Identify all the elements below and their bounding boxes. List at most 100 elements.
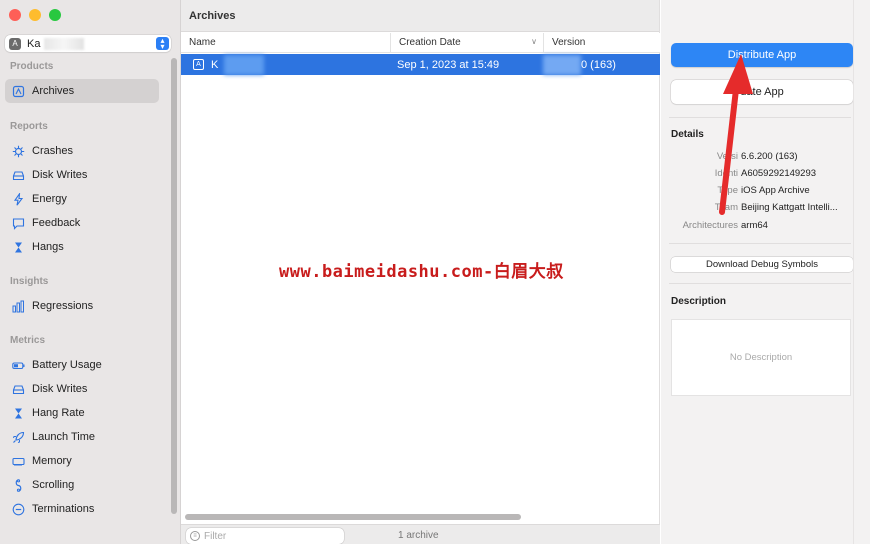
archive-icon: A <box>193 59 204 70</box>
inspector-scroll-edge <box>853 0 854 544</box>
sidebar-scrollbar[interactable] <box>171 58 177 514</box>
column-header-creation-date[interactable]: Creation Date ∨ <box>391 33 544 52</box>
detail-value: iOS App Archive <box>741 185 810 196</box>
sidebar: A Ka ▴ ▾ Products Archives Reports Crashe… <box>0 0 181 544</box>
download-debug-symbols-button[interactable]: Download Debug Symbols <box>671 257 853 272</box>
hourglass-icon <box>12 407 25 420</box>
sidebar-item-label: Crashes <box>32 145 73 157</box>
archive-box-icon <box>12 85 25 98</box>
sidebar-item-disk-writes[interactable]: Disk Writes <box>5 163 159 187</box>
detail-key: Type <box>717 185 738 196</box>
detail-value: arm64 <box>741 220 768 231</box>
sidebar-item-memory[interactable]: Memory <box>5 449 159 473</box>
redacted-text <box>44 37 85 50</box>
divider <box>669 243 851 244</box>
gear-icon <box>12 145 25 158</box>
section-title-reports: Reports <box>10 121 48 132</box>
divider <box>669 117 851 118</box>
sidebar-item-label: Disk Writes <box>32 169 88 181</box>
bar-chart-icon <box>12 300 25 313</box>
chevron-updown-icon[interactable]: ▴ ▾ <box>156 36 169 50</box>
rocket-icon <box>12 431 25 444</box>
inspector-panel: Distribute App date App Details Versi 6.… <box>661 0 870 544</box>
detail-value: 6.6.200 (163) <box>741 151 798 162</box>
disk-icon <box>12 383 25 396</box>
minus-circle-icon <box>12 503 25 516</box>
sidebar-item-label: Feedback <box>32 217 81 229</box>
sidebar-item-hang-rate[interactable]: Hang Rate <box>5 401 159 425</box>
column-header-name[interactable]: Name <box>181 33 391 52</box>
column-header-version[interactable]: Version <box>544 33 660 52</box>
section-title-metrics: Metrics <box>10 335 46 346</box>
sidebar-item-label: Launch Time <box>32 431 95 443</box>
sidebar-item-label: Hang Rate <box>32 407 85 419</box>
table-header: Name Creation Date ∨ Version <box>181 33 660 53</box>
bolt-icon <box>12 192 25 206</box>
redacted-text <box>543 54 581 75</box>
detail-key: Architectures <box>682 220 738 231</box>
archive-version: 0 (163) <box>581 58 616 71</box>
hourglass-icon <box>12 241 25 254</box>
description-field[interactable]: No Description <box>671 319 851 396</box>
chevron-down-icon: ∨ <box>531 37 537 46</box>
detail-key: Versi <box>716 151 738 162</box>
page-title: Archives <box>181 0 659 32</box>
sidebar-item-energy[interactable]: Energy <box>5 187 159 211</box>
sidebar-item-hangs[interactable]: Hangs <box>5 235 159 259</box>
sidebar-item-archives[interactable]: Archives <box>5 79 159 103</box>
sidebar-item-label: Memory <box>32 455 72 467</box>
sidebar-item-label: Archives <box>32 85 75 97</box>
scroll-icon <box>12 478 25 492</box>
zoom-window-button[interactable] <box>49 9 61 21</box>
section-title-products: Products <box>10 61 54 72</box>
redacted-text <box>224 54 265 75</box>
sidebar-item-label: Terminations <box>32 503 95 515</box>
section-title-insights: Insights <box>10 276 49 287</box>
table-row[interactable]: A K Sep 1, 2023 at 15:49 0 (163) <box>181 54 660 75</box>
sidebar-item-regressions[interactable]: Regressions <box>5 294 159 318</box>
list-footer: ≡ Filter 1 archive <box>181 524 660 544</box>
scheme-label: Ka <box>27 37 41 50</box>
detail-value: Beijing Kattgatt Intelli... <box>741 202 838 213</box>
detail-key: Identi <box>714 168 738 179</box>
detail-key: Team <box>714 202 738 213</box>
scheme-selector[interactable]: A Ka ▴ ▾ <box>5 35 171 52</box>
filter-input[interactable]: ≡ Filter <box>186 528 344 544</box>
sidebar-item-label: Regressions <box>32 300 94 312</box>
sidebar-item-battery-usage[interactable]: Battery Usage <box>5 353 159 377</box>
battery-icon <box>12 359 25 372</box>
description-placeholder: No Description <box>729 352 793 363</box>
window-controls <box>9 9 61 21</box>
sidebar-item-label: Battery Usage <box>32 359 102 371</box>
detail-value: A6059292149293 <box>741 168 817 179</box>
divider <box>669 283 851 284</box>
validate-app-button[interactable]: date App <box>671 80 853 104</box>
archives-panel: Archives Name Creation Date ∨ Version A K… <box>181 0 660 544</box>
horizontal-scrollbar[interactable] <box>185 514 521 520</box>
description-title: Description <box>671 296 727 307</box>
sidebar-item-label: Hangs <box>32 241 64 253</box>
filter-icon: ≡ <box>190 531 200 541</box>
sidebar-item-terminations[interactable]: Terminations <box>5 497 159 521</box>
sidebar-item-scrolling[interactable]: Scrolling <box>5 473 159 497</box>
sidebar-item-crashes[interactable]: Crashes <box>5 139 159 163</box>
archive-name: K <box>211 58 219 71</box>
archive-creation-date: Sep 1, 2023 at 15:49 <box>397 58 500 71</box>
sidebar-item-disk-writes-metrics[interactable]: Disk Writes <box>5 377 159 401</box>
speech-bubble-icon <box>12 217 25 230</box>
disk-icon <box>12 169 25 182</box>
sidebar-item-label: Scrolling <box>32 479 75 491</box>
app-icon: A <box>9 37 21 50</box>
archive-count: 1 archive <box>398 530 439 541</box>
sidebar-item-feedback[interactable]: Feedback <box>5 211 159 235</box>
filter-placeholder: Filter <box>204 530 227 542</box>
close-window-button[interactable] <box>9 9 21 21</box>
column-header-label: Creation Date <box>399 37 461 48</box>
distribute-app-button[interactable]: Distribute App <box>671 43 853 67</box>
memory-chip-icon <box>12 455 25 468</box>
details-title: Details <box>671 129 704 140</box>
sidebar-item-label: Disk Writes <box>32 383 88 395</box>
sidebar-item-launch-time[interactable]: Launch Time <box>5 425 159 449</box>
watermark-text: www.baimeidashu.com-白眉大叔 <box>279 262 564 282</box>
minimize-window-button[interactable] <box>29 9 41 21</box>
